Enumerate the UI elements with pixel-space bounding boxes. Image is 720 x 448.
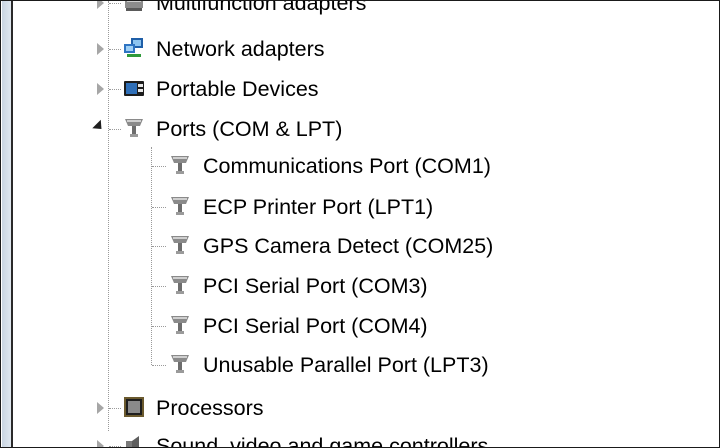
- tree-item-portable-devices[interactable]: Portable Devices: [13, 73, 713, 105]
- tree-item-label: Multifunction adapters: [156, 0, 367, 15]
- tree-guide-line: [152, 365, 166, 366]
- tree-item-gps-camera-detect[interactable]: GPS Camera Detect (COM25): [13, 230, 713, 262]
- tree-item-ports[interactable]: Ports (COM & LPT): [13, 113, 713, 145]
- tree-guide-line: [109, 408, 121, 409]
- port-connector-icon: [169, 274, 191, 296]
- tree-guide-line: [109, 49, 121, 50]
- tree-guide-line: [152, 326, 166, 327]
- speaker-icon: [123, 434, 145, 447]
- tree-item-label: Network adapters: [156, 37, 325, 61]
- tree-item-label: PCI Serial Port (COM4): [203, 314, 428, 338]
- network-adapter-icon: [123, 37, 145, 59]
- collapse-arrow-icon[interactable]: [92, 119, 106, 134]
- tree-item-label: Ports (COM & LPT): [156, 117, 343, 141]
- expand-arrow-icon[interactable]: [97, 402, 104, 414]
- tree-item-pci-serial-port-com4[interactable]: PCI Serial Port (COM4): [13, 310, 713, 342]
- tree-guide-line: [152, 246, 166, 247]
- tree-item-ecp-printer-port[interactable]: ECP Printer Port (LPT1): [13, 191, 713, 223]
- tree-guide-line: [109, 129, 121, 130]
- device-tree: Multifunction adapters Network adapters …: [13, 1, 719, 447]
- tree-guide-line: [152, 166, 166, 167]
- expand-arrow-icon[interactable]: [97, 43, 104, 55]
- tree-item-unusable-parallel-port[interactable]: Unusable Parallel Port (LPT3): [13, 349, 713, 381]
- tree-guide-line: [109, 446, 121, 447]
- multifunction-adapter-icon: [123, 1, 145, 14]
- tree-item-label: GPS Camera Detect (COM25): [203, 234, 494, 258]
- expand-arrow-icon[interactable]: [97, 1, 104, 9]
- tree-guide-line: [152, 286, 166, 287]
- tree-item-label: Sound, video and game controllers: [156, 434, 489, 448]
- port-connector-icon: [169, 234, 191, 256]
- tree-item-label: PCI Serial Port (COM3): [203, 274, 428, 298]
- tree-item-network-adapters[interactable]: Network adapters: [13, 33, 713, 65]
- port-connector-icon: [169, 353, 191, 375]
- portable-devices-icon: [123, 78, 145, 100]
- tree-item-label: Communications Port (COM1): [203, 154, 491, 178]
- tree-item-communications-port[interactable]: Communications Port (COM1): [13, 150, 713, 182]
- tree-item-label: Portable Devices: [156, 77, 319, 101]
- tree-guide-line: [109, 89, 121, 90]
- expand-arrow-icon[interactable]: [97, 83, 104, 95]
- expand-arrow-icon[interactable]: [97, 440, 104, 447]
- left-border-strip: [2, 1, 11, 447]
- device-manager-tree-panel: Multifunction adapters Network adapters …: [0, 0, 720, 448]
- tree-guide-line: [152, 207, 166, 208]
- port-connector-icon: [169, 154, 191, 176]
- port-connector-icon: [169, 314, 191, 336]
- tree-item-sound-video-game[interactable]: Sound, video and game controllers: [13, 430, 713, 448]
- tree-item-pci-serial-port-com3[interactable]: PCI Serial Port (COM3): [13, 270, 713, 302]
- tree-item-multifunction-adapters[interactable]: Multifunction adapters: [13, 0, 713, 19]
- port-connector-icon: [123, 117, 145, 139]
- port-connector-icon: [169, 195, 191, 217]
- processor-icon: [123, 396, 145, 418]
- tree-guide-line: [109, 3, 121, 4]
- tree-item-label: ECP Printer Port (LPT1): [203, 195, 434, 219]
- tree-item-label: Unusable Parallel Port (LPT3): [203, 353, 489, 377]
- tree-item-processors[interactable]: Processors: [13, 392, 713, 424]
- tree-item-label: Processors: [156, 396, 264, 420]
